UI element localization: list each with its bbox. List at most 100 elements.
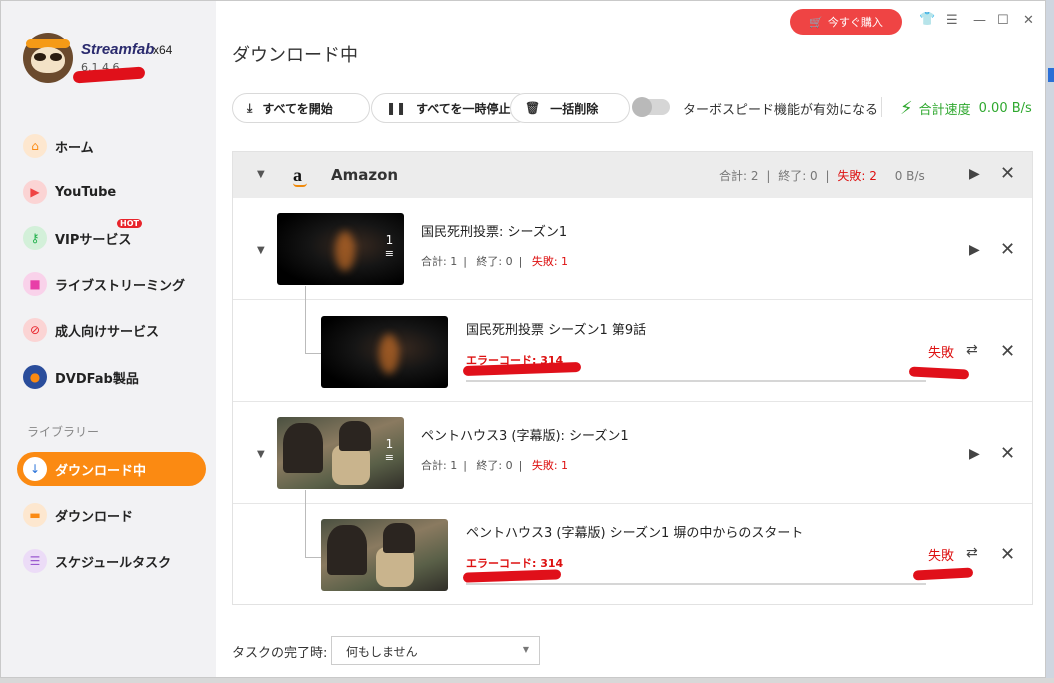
sidebar-item-vip[interactable]: ⚷ VIPサービス HOT: [23, 219, 142, 253]
play-icon[interactable]: ▶: [969, 166, 980, 182]
on-complete-label: タスクの完了時:: [232, 646, 328, 661]
collapse-caret-icon[interactable]: ▼: [257, 449, 265, 460]
download-arrow-icon: ↓: [23, 457, 47, 481]
close-icon[interactable]: ✕: [1000, 544, 1015, 565]
sidebar: Streamfab x64 6.1.4.6 ⌂ ホーム ▶ YouTube ⚷ …: [1, 1, 216, 677]
retry-icon[interactable]: ⇄: [966, 342, 978, 358]
delete-all-button[interactable]: 🗑 一括削除: [510, 93, 630, 123]
fail-status: 失敗: [928, 549, 955, 564]
schedule-icon: ☰: [23, 549, 47, 573]
sidebar-item-label: DVDFab製品: [55, 371, 139, 387]
sidebar-item-label: YouTube: [55, 184, 117, 200]
pause-all-button[interactable]: ❚❚ すべてを一時停止: [371, 93, 531, 123]
sidebar-item-downloaded[interactable]: ▬ ダウンロード: [23, 500, 133, 530]
hot-badge: HOT: [117, 219, 142, 228]
on-complete-value: 何もしません: [346, 645, 418, 659]
redaction-mark: [908, 366, 970, 380]
play-icon[interactable]: ▶: [969, 242, 980, 258]
sidebar-item-label: ダウンロード: [55, 509, 134, 525]
buy-now-label: 今すぐ購入: [827, 16, 883, 29]
total-speed: ⚡ 合計速度 0.00 B/s: [900, 98, 1032, 119]
row-divider: [233, 503, 1032, 504]
amazon-smile: [293, 183, 307, 187]
group-header: ▼ a Amazon 合計: 2 | 終了: 0 | 失敗: 2 0 B/s ▶…: [233, 152, 1032, 198]
sidebar-item-downloading-content[interactable]: ↓ ダウンロード中: [23, 454, 146, 484]
buy-now-button[interactable]: 🛒 今すぐ購入: [790, 9, 902, 35]
series-thumbnail: 1 ≡: [277, 417, 404, 489]
pause-icon: ❚❚: [386, 101, 407, 115]
episode-count: 1 ≡: [384, 437, 394, 464]
redaction-mark: [462, 569, 562, 583]
collapse-caret-icon[interactable]: ▼: [257, 169, 265, 180]
episode-thumbnail: [321, 316, 448, 388]
speed-value: 0.00 B/s: [978, 101, 1032, 116]
fail-status: 失敗: [928, 346, 955, 361]
pause-all-label: すべてを一時停止: [416, 101, 511, 116]
sidebar-item-live[interactable]: ■ ライブストリーミング: [23, 269, 185, 299]
minimize-icon[interactable]: —: [973, 13, 986, 28]
start-all-button[interactable]: ⤓ すべてを開始: [232, 93, 370, 123]
turbo-toggle[interactable]: [632, 97, 670, 117]
sidebar-item-label: スケジュールタスク: [55, 555, 172, 571]
app-window: Streamfab x64 6.1.4.6 ⌂ ホーム ▶ YouTube ⚷ …: [0, 0, 1046, 678]
bolt-icon: ⚡: [900, 98, 913, 119]
group-total: 合計: 2: [719, 169, 759, 183]
episode-title: ペントハウス3 (字幕版) シーズン1 塀の中からのスタート: [466, 526, 804, 541]
menu-icon[interactable]: ☰: [946, 13, 958, 28]
sidebar-item-label: ライブストリーミング: [55, 278, 186, 294]
speed-label: 合計速度: [918, 103, 971, 118]
series-title: ペントハウス3 (字幕版): シーズン1: [421, 429, 629, 444]
sidebar-item-label: ホーム: [55, 140, 94, 156]
episode-title: 国民死刑投票 シーズン1 第9話: [466, 323, 647, 338]
live-icon: ■: [23, 272, 47, 296]
collapse-caret-icon[interactable]: ▼: [257, 245, 265, 256]
tree-connector: [305, 286, 321, 354]
download-list: ▼ a Amazon 合計: 2 | 終了: 0 | 失敗: 2 0 B/s ▶…: [232, 151, 1033, 605]
series-thumbnail: 1 ≡: [277, 213, 404, 285]
library-section-label: ライブラリー: [27, 425, 100, 439]
group-name: Amazon: [331, 166, 399, 184]
brand-name: Streamfab: [81, 41, 155, 58]
group-done: 終了: 0: [778, 169, 818, 183]
series-stats: 合計: 1 | 終了: 0 | 失敗: 1: [421, 255, 569, 268]
sidebar-item-label: ダウンロード中: [55, 463, 147, 479]
turbo-label: ターボスピード機能が有効になる: [683, 103, 879, 118]
sidebar-item-dvdfab[interactable]: ● DVDFab製品: [23, 362, 139, 392]
download-icon: ⤓: [247, 100, 253, 115]
retry-icon[interactable]: ⇄: [966, 545, 978, 561]
dvdfab-icon: ●: [23, 365, 47, 389]
close-icon[interactable]: ✕: [1000, 443, 1015, 464]
close-window-icon[interactable]: ✕: [1023, 13, 1034, 28]
page-title: ダウンロード中: [232, 45, 358, 66]
folder-icon: ▬: [23, 503, 47, 527]
group-fail: 失敗: 2: [837, 169, 877, 183]
play-icon[interactable]: ▶: [969, 446, 980, 462]
group-speed: 0 B/s: [894, 169, 925, 183]
progress-bar: [466, 583, 926, 585]
close-icon[interactable]: ✕: [1000, 163, 1015, 184]
start-all-label: すべてを開始: [262, 101, 333, 116]
row-divider: [233, 401, 1032, 402]
chevron-down-icon: ▼: [522, 645, 529, 654]
close-icon[interactable]: ✕: [1000, 341, 1015, 362]
sidebar-item-youtube[interactable]: ▶ YouTube: [23, 177, 116, 207]
row-divider: [233, 299, 1032, 300]
episode-count: 1 ≡: [384, 233, 394, 260]
sidebar-item-schedule[interactable]: ☰ スケジュールタスク: [23, 546, 171, 576]
toolbar-divider: [881, 97, 882, 117]
on-complete-select[interactable]: 何もしません ▼: [331, 636, 540, 665]
redaction-mark: [912, 567, 974, 581]
youtube-icon: ▶: [23, 180, 47, 204]
sidebar-item-adult[interactable]: ⊘ 成人向けサービス: [23, 315, 159, 345]
skin-icon[interactable]: 👕: [919, 12, 935, 27]
error-code: エラーコード: 314: [466, 557, 564, 570]
series-stats: 合計: 1 | 終了: 0 | 失敗: 1: [421, 459, 569, 472]
sidebar-item-label: VIPサービス: [55, 232, 132, 248]
maximize-icon[interactable]: ☐: [997, 13, 1009, 28]
close-icon[interactable]: ✕: [1000, 239, 1015, 260]
tree-connector: [305, 490, 321, 558]
adult-block-icon: ⊘: [23, 318, 47, 342]
key-icon: ⚷: [23, 226, 47, 250]
sidebar-item-home[interactable]: ⌂ ホーム: [23, 131, 94, 161]
sidebar-item-label: 成人向けサービス: [55, 324, 160, 340]
